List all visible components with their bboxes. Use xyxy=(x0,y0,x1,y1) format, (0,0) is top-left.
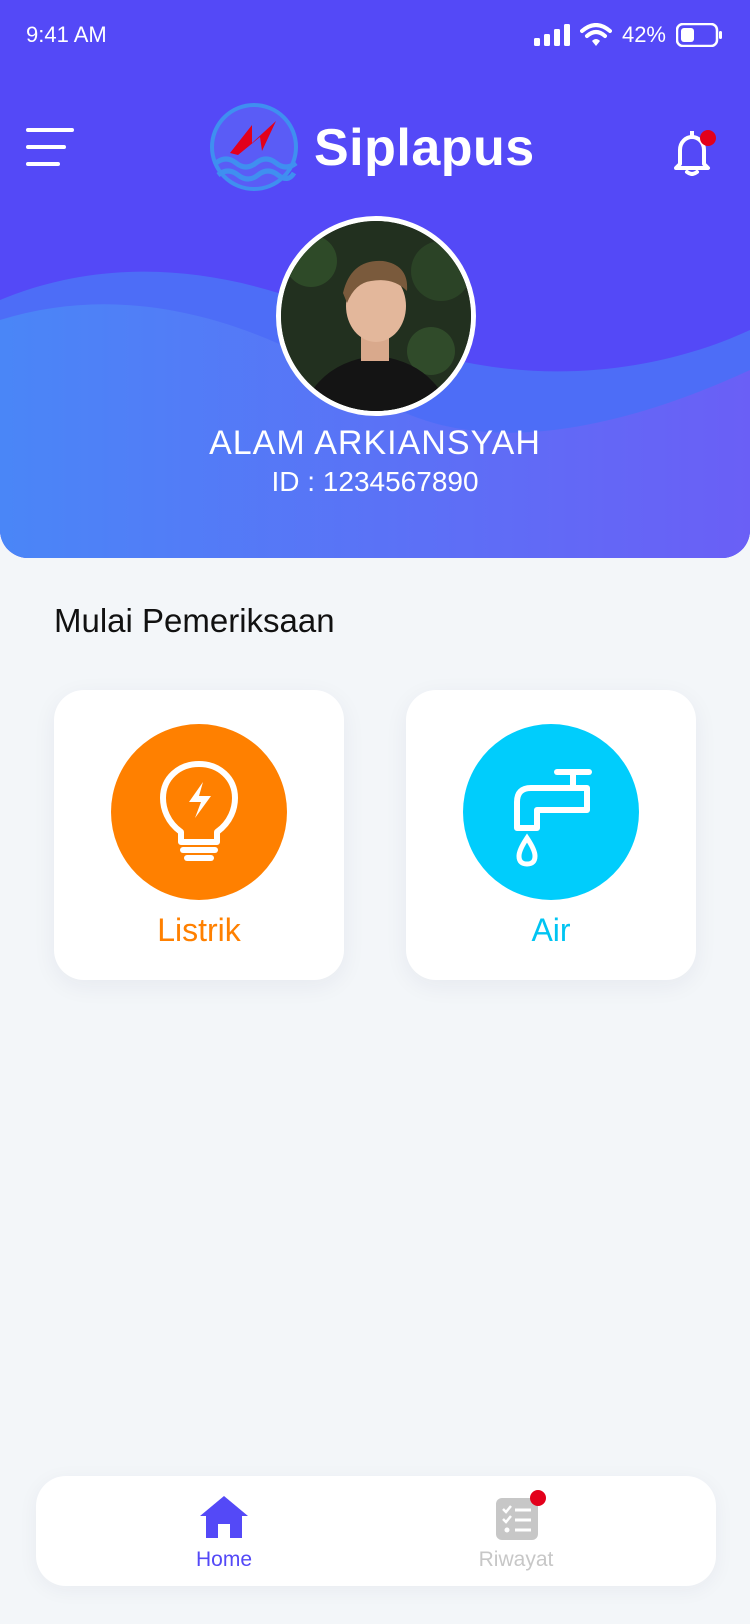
user-name: ALAM ARKIANSYAH xyxy=(209,424,541,462)
profile-photo xyxy=(281,221,471,411)
water-tap-icon xyxy=(514,769,592,867)
menu-button[interactable] xyxy=(26,128,76,170)
battery-icon xyxy=(676,23,722,47)
nav-riwayat[interactable]: Riwayat xyxy=(436,1476,596,1586)
nav-home[interactable]: Home xyxy=(144,1476,304,1586)
status-bar: 9:41 AM 42% xyxy=(26,22,724,52)
riwayat-badge xyxy=(530,1490,546,1506)
bell-icon xyxy=(674,130,716,176)
nav-home-label: Home xyxy=(195,1548,253,1571)
wifi-icon xyxy=(579,23,612,46)
lightbulb-icon xyxy=(160,761,238,861)
bottom-navigation: Home Riwayat xyxy=(36,1476,716,1586)
battery-level-fill xyxy=(681,28,694,42)
app-title: Siplapus xyxy=(314,119,535,177)
cellular-signal-icon xyxy=(533,24,570,46)
listrik-card[interactable]: Listrik xyxy=(54,690,344,980)
history-list-icon xyxy=(496,1490,546,1540)
section-title: Mulai Pemeriksaan xyxy=(54,602,335,639)
air-icon-circle xyxy=(463,724,639,900)
listrik-icon-circle xyxy=(111,724,287,900)
home-icon xyxy=(200,1496,248,1538)
nav-riwayat-label: Riwayat xyxy=(478,1548,554,1571)
listrik-label: Listrik xyxy=(157,912,241,948)
air-card[interactable]: Air xyxy=(406,690,696,980)
profile-header: 9:41 AM 42% Siplapus ALAM ARKIANSYAH ID … xyxy=(0,0,750,558)
app-logo: Siplapus xyxy=(208,103,548,193)
siplapus-logo-icon xyxy=(210,103,298,191)
air-label: Air xyxy=(531,912,571,948)
user-id: ID : 1234567890 xyxy=(271,466,479,497)
battery-percentage: 42% xyxy=(621,22,666,47)
notification-button[interactable] xyxy=(672,128,716,176)
notification-badge xyxy=(700,130,716,146)
status-time: 9:41 AM xyxy=(26,22,107,47)
avatar[interactable] xyxy=(276,216,476,416)
